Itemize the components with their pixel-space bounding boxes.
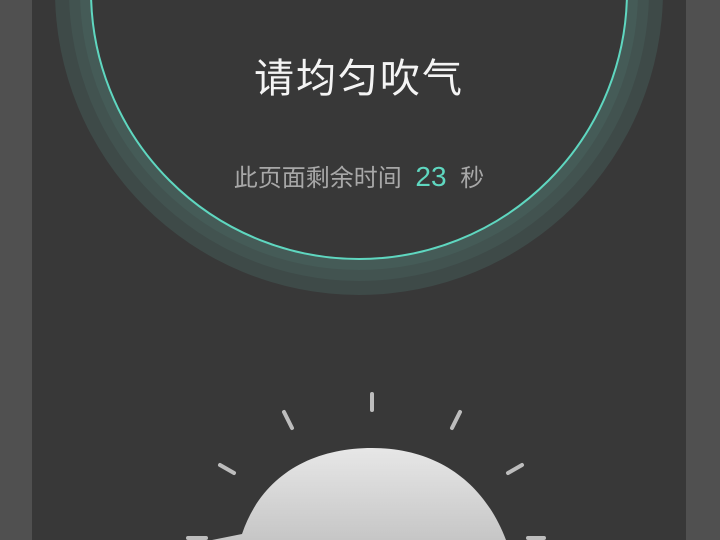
countdown-prefix: 此页面剩余时间 [233, 164, 402, 192]
speech-bubble-icon [186, 392, 546, 540]
left-bezel [0, 0, 32, 540]
instruction-title: 请均匀吹气 [254, 56, 464, 102]
countdown-text: 此页面剩余时间 23 秒 [32, 158, 686, 193]
right-bezel [686, 0, 720, 540]
app-screen: 请均匀吹气 此页面剩余时间 23 秒 [32, 0, 686, 540]
blow-illustration [32, 380, 686, 540]
countdown-seconds: 23 [415, 161, 447, 192]
countdown-unit: 秒 [460, 164, 485, 192]
